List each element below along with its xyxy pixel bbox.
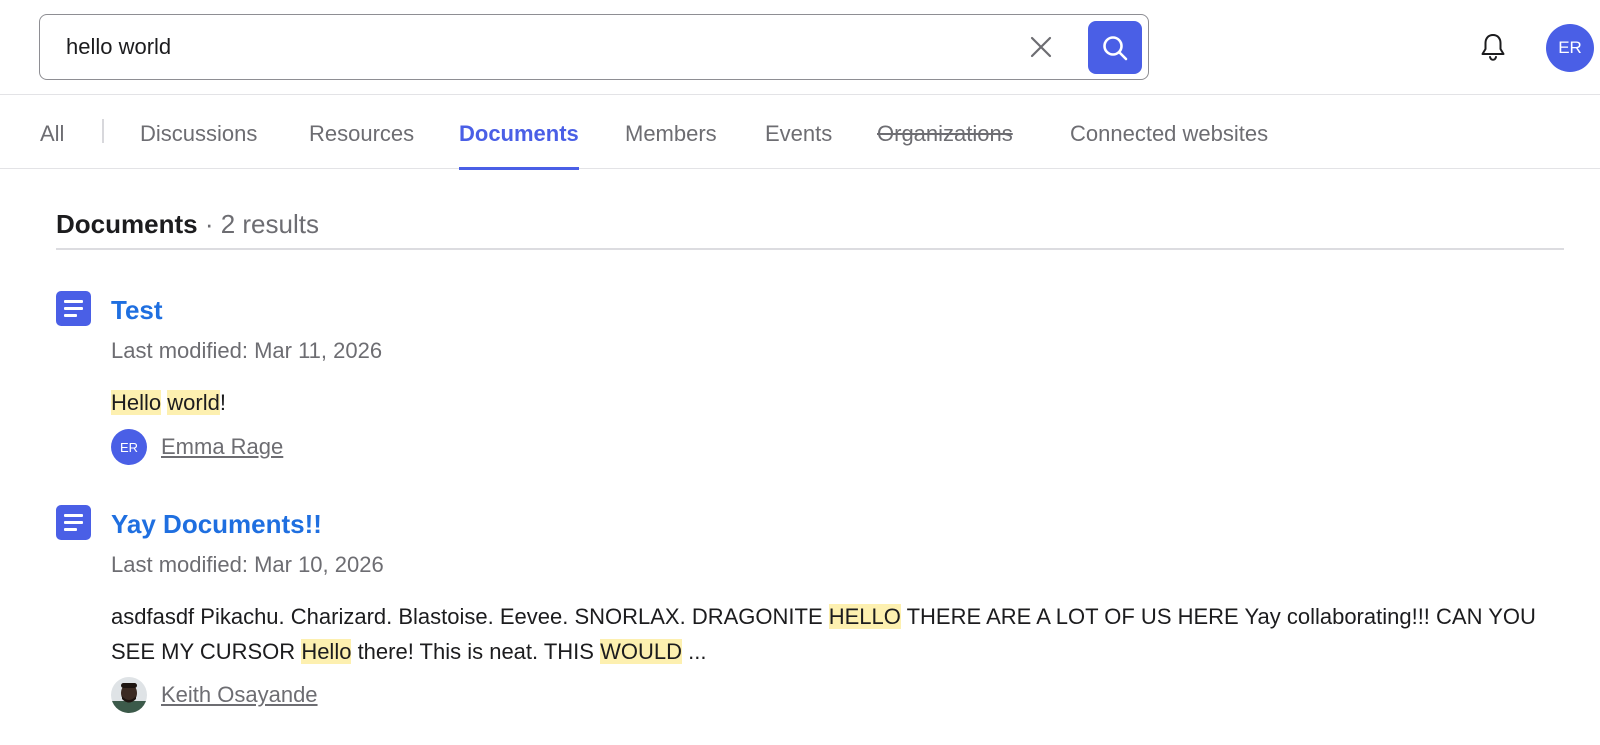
author-link[interactable]: Emma Rage — [161, 434, 283, 460]
last-modified: Last modified: Mar 11, 2026 — [111, 338, 383, 363]
document-icon — [56, 291, 91, 326]
user-avatar[interactable]: ER — [1546, 24, 1594, 72]
search-box — [39, 14, 1149, 80]
highlight: Hello — [301, 639, 352, 664]
search-input[interactable] — [66, 32, 966, 62]
result-count: · 2 results — [204, 209, 319, 239]
author: Keith Osayande — [111, 677, 318, 713]
result-title[interactable]: Yay Documents!! — [111, 509, 322, 540]
tab-members[interactable]: Members — [625, 95, 717, 169]
search-icon — [1103, 35, 1128, 60]
author-avatar: ER — [111, 429, 147, 465]
highlight: WOULD — [600, 639, 682, 664]
search-tabs: All Discussions Resources Documents Memb… — [0, 95, 1600, 170]
tab-discussions[interactable]: Discussions — [140, 95, 257, 169]
author-link[interactable]: Keith Osayande — [161, 682, 318, 708]
result-title[interactable]: Test — [111, 295, 163, 326]
top-bar: ER — [0, 0, 1600, 95]
tab-divider — [102, 119, 104, 143]
section-divider — [56, 248, 1564, 250]
result-item: Test Last modified: Mar 11, 2026 Hello w… — [56, 291, 1576, 466]
result-item: Yay Documents!! Last modified: Mar 10, 2… — [56, 505, 1576, 725]
section-title: Documents — [56, 209, 198, 239]
highlight: world — [167, 390, 220, 415]
document-icon — [56, 505, 91, 540]
clear-search-button[interactable] — [1023, 29, 1059, 65]
notifications-button[interactable] — [1475, 29, 1511, 65]
tab-connected-websites[interactable]: Connected websites — [1070, 95, 1268, 169]
tab-organizations[interactable]: Organizations — [877, 95, 1013, 169]
tab-resources[interactable]: Resources — [309, 95, 414, 169]
result-snippet: asdfasdf Pikachu. Charizard. Blastoise. … — [111, 604, 1536, 664]
search-button[interactable] — [1088, 21, 1142, 74]
close-icon — [1030, 36, 1052, 58]
result-snippet: Hello world! — [111, 390, 226, 415]
tab-all[interactable]: All — [40, 95, 64, 169]
highlight: HELLO — [828, 604, 901, 629]
results-heading: Documents · 2 results — [56, 209, 319, 240]
bell-icon — [1481, 34, 1505, 61]
author-photo — [111, 677, 147, 713]
last-modified: Last modified: Mar 10, 2026 — [111, 552, 384, 577]
highlight: Hello — [111, 390, 162, 415]
author: ER Emma Rage — [111, 429, 283, 465]
tab-documents[interactable]: Documents — [459, 95, 579, 170]
tab-events[interactable]: Events — [765, 95, 832, 169]
